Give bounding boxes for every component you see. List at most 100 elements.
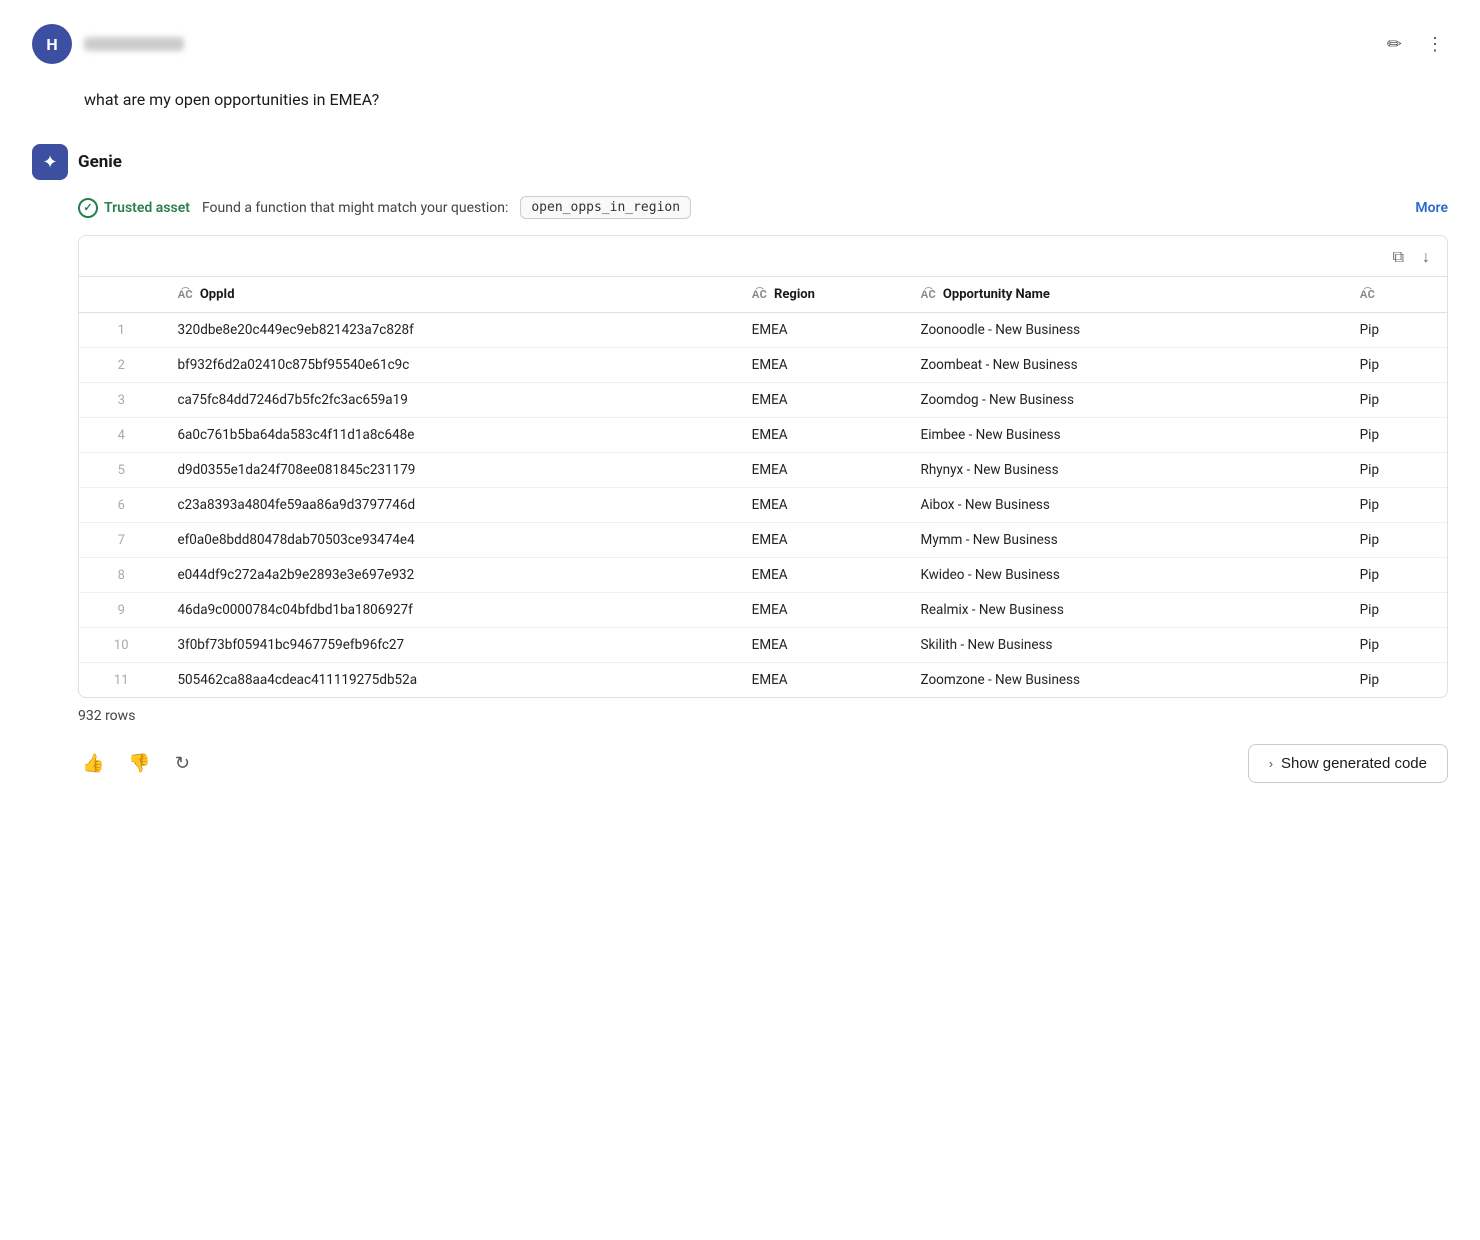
cell-extra: Pip [1346,628,1447,663]
table-body: 1320dbe8e20c449ec9eb821423a7c828fEMEAZoo… [79,313,1447,698]
cell-region: EMEA [738,628,907,663]
cell-extra: Pip [1346,383,1447,418]
edit-icon: ✏ [1387,34,1402,55]
cell-oppid: 46da9c0000784c04bfdbd1ba1806927f [163,593,737,628]
genie-header: ✦ Genie [32,144,1448,180]
cell-region: EMEA [738,663,907,698]
th-extra[interactable]: A͡C [1346,277,1447,313]
genie-icon: ✦ [32,144,68,180]
cell-oppname: Skilith - New Business [907,628,1346,663]
more-link[interactable]: More [1415,200,1448,216]
cell-rownum: 10 [79,628,163,663]
cell-oppid: c23a8393a4804fe59aa86a9d3797746d [163,488,737,523]
genie-section: ✦ Genie ✓ Trusted asset Found a function… [32,144,1448,783]
table-row: 5d9d0355e1da24f708ee081845c231179EMEARhy… [79,453,1447,488]
table-row: 7ef0a0e8bdd80478dab70503ce93474e4EMEAMym… [79,523,1447,558]
cell-rownum: 2 [79,348,163,383]
cell-oppname: Zoomzone - New Business [907,663,1346,698]
genie-label: Genie [78,152,122,172]
th-oppid-label: OppId [200,287,235,302]
table-row: 46a0c761b5ba64da583c4f11d1a8c648eEMEAEim… [79,418,1447,453]
user-section: H [32,24,184,64]
cell-oppname: Kwideo - New Business [907,558,1346,593]
cell-region: EMEA [738,418,907,453]
cell-oppid: bf932f6d2a02410c875bf95540e61c9c [163,348,737,383]
edit-button[interactable]: ✏ [1383,30,1406,59]
cell-oppname: Eimbee - New Business [907,418,1346,453]
data-table: A͡C OppId A͡C Region A͡C Opportunity Nam… [79,276,1447,697]
cell-oppname: Zoomdog - New Business [907,383,1346,418]
col-type-icon-region: A͡C [752,288,767,301]
cell-oppid: 505462ca88aa4cdeac411119275db52a [163,663,737,698]
cell-rownum: 4 [79,418,163,453]
avatar: H [32,24,72,64]
cell-extra: Pip [1346,418,1447,453]
cell-region: EMEA [738,523,907,558]
cell-oppname: Zoombeat - New Business [907,348,1346,383]
cell-rownum: 8 [79,558,163,593]
cell-oppid: ca75fc84dd7246d7b5fc2fc3ac659a19 [163,383,737,418]
cell-extra: Pip [1346,488,1447,523]
found-text: Found a function that might match your q… [202,200,508,216]
table-row: 1320dbe8e20c449ec9eb821423a7c828fEMEAZoo… [79,313,1447,348]
thumbs-down-icon: 👎 [128,753,150,773]
thumbs-up-button[interactable]: 👍 [78,749,108,778]
th-oppid[interactable]: A͡C OppId [163,277,737,313]
cell-oppid: 320dbe8e20c449ec9eb821423a7c828f [163,313,737,348]
more-menu-button[interactable]: ⋮ [1422,30,1448,59]
cell-rownum: 9 [79,593,163,628]
cell-rownum: 7 [79,523,163,558]
cell-region: EMEA [738,488,907,523]
cell-extra: Pip [1346,313,1447,348]
download-icon: ↓ [1422,249,1430,266]
table-row: 103f0bf73bf05941bc9467759efb96fc27EMEASk… [79,628,1447,663]
cell-oppname: Realmix - New Business [907,593,1346,628]
th-oppname[interactable]: A͡C Opportunity Name [907,277,1346,313]
cell-oppname: Zoonoodle - New Business [907,313,1346,348]
cell-region: EMEA [738,383,907,418]
cell-extra: Pip [1346,453,1447,488]
th-rownum [79,277,163,313]
table-row: 3ca75fc84dd7246d7b5fc2fc3ac659a19EMEAZoo… [79,383,1447,418]
cell-oppid: ef0a0e8bdd80478dab70503ce93474e4 [163,523,737,558]
show-code-label: Show generated code [1281,755,1427,772]
trusted-asset-row: ✓ Trusted asset Found a function that mi… [78,196,1448,219]
show-generated-code-button[interactable]: › Show generated code [1248,744,1448,783]
table-row: 946da9c0000784c04bfdbd1ba1806927fEMEARea… [79,593,1447,628]
refresh-button[interactable]: ↻ [171,749,194,778]
cell-extra: Pip [1346,593,1447,628]
cell-region: EMEA [738,453,907,488]
username-blur [84,37,184,51]
cell-oppid: 6a0c761b5ba64da583c4f11d1a8c648e [163,418,737,453]
cell-extra: Pip [1346,348,1447,383]
copy-button[interactable]: ⧉ [1390,246,1407,270]
cell-oppname: Rhynyx - New Business [907,453,1346,488]
trusted-asset-label: Trusted asset [104,200,190,216]
cell-oppid: 3f0bf73bf05941bc9467759efb96fc27 [163,628,737,663]
feedback-buttons: 👍 👎 ↻ [78,749,194,778]
cell-region: EMEA [738,348,907,383]
cell-extra: Pip [1346,523,1447,558]
cell-region: EMEA [738,593,907,628]
footer-actions: 👍 👎 ↻ › Show generated code [78,744,1448,783]
table-row: 2bf932f6d2a02410c875bf95540e61c9cEMEAZoo… [79,348,1447,383]
thumbs-up-icon: 👍 [82,753,104,773]
function-chip[interactable]: open_opps_in_region [520,196,691,219]
copy-icon: ⧉ [1393,249,1404,266]
col-type-icon-oppname: A͡C [921,288,936,301]
th-region[interactable]: A͡C Region [738,277,907,313]
th-region-label: Region [774,287,815,302]
cell-rownum: 11 [79,663,163,698]
refresh-icon: ↻ [175,753,190,773]
download-button[interactable]: ↓ [1419,246,1433,270]
cell-region: EMEA [738,313,907,348]
col-type-icon-extra: A͡C [1360,288,1375,301]
table-row: 11505462ca88aa4cdeac411119275db52aEMEAZo… [79,663,1447,698]
header-actions: ✏ ⋮ [1383,30,1448,59]
row-count: 932 rows [78,708,1448,724]
cell-oppname: Mymm - New Business [907,523,1346,558]
thumbs-down-button[interactable]: 👎 [124,749,154,778]
cell-oppid: e044df9c272a4a2b9e2893e3e697e932 [163,558,737,593]
cell-rownum: 3 [79,383,163,418]
table-toolbar: ⧉ ↓ [79,236,1447,276]
